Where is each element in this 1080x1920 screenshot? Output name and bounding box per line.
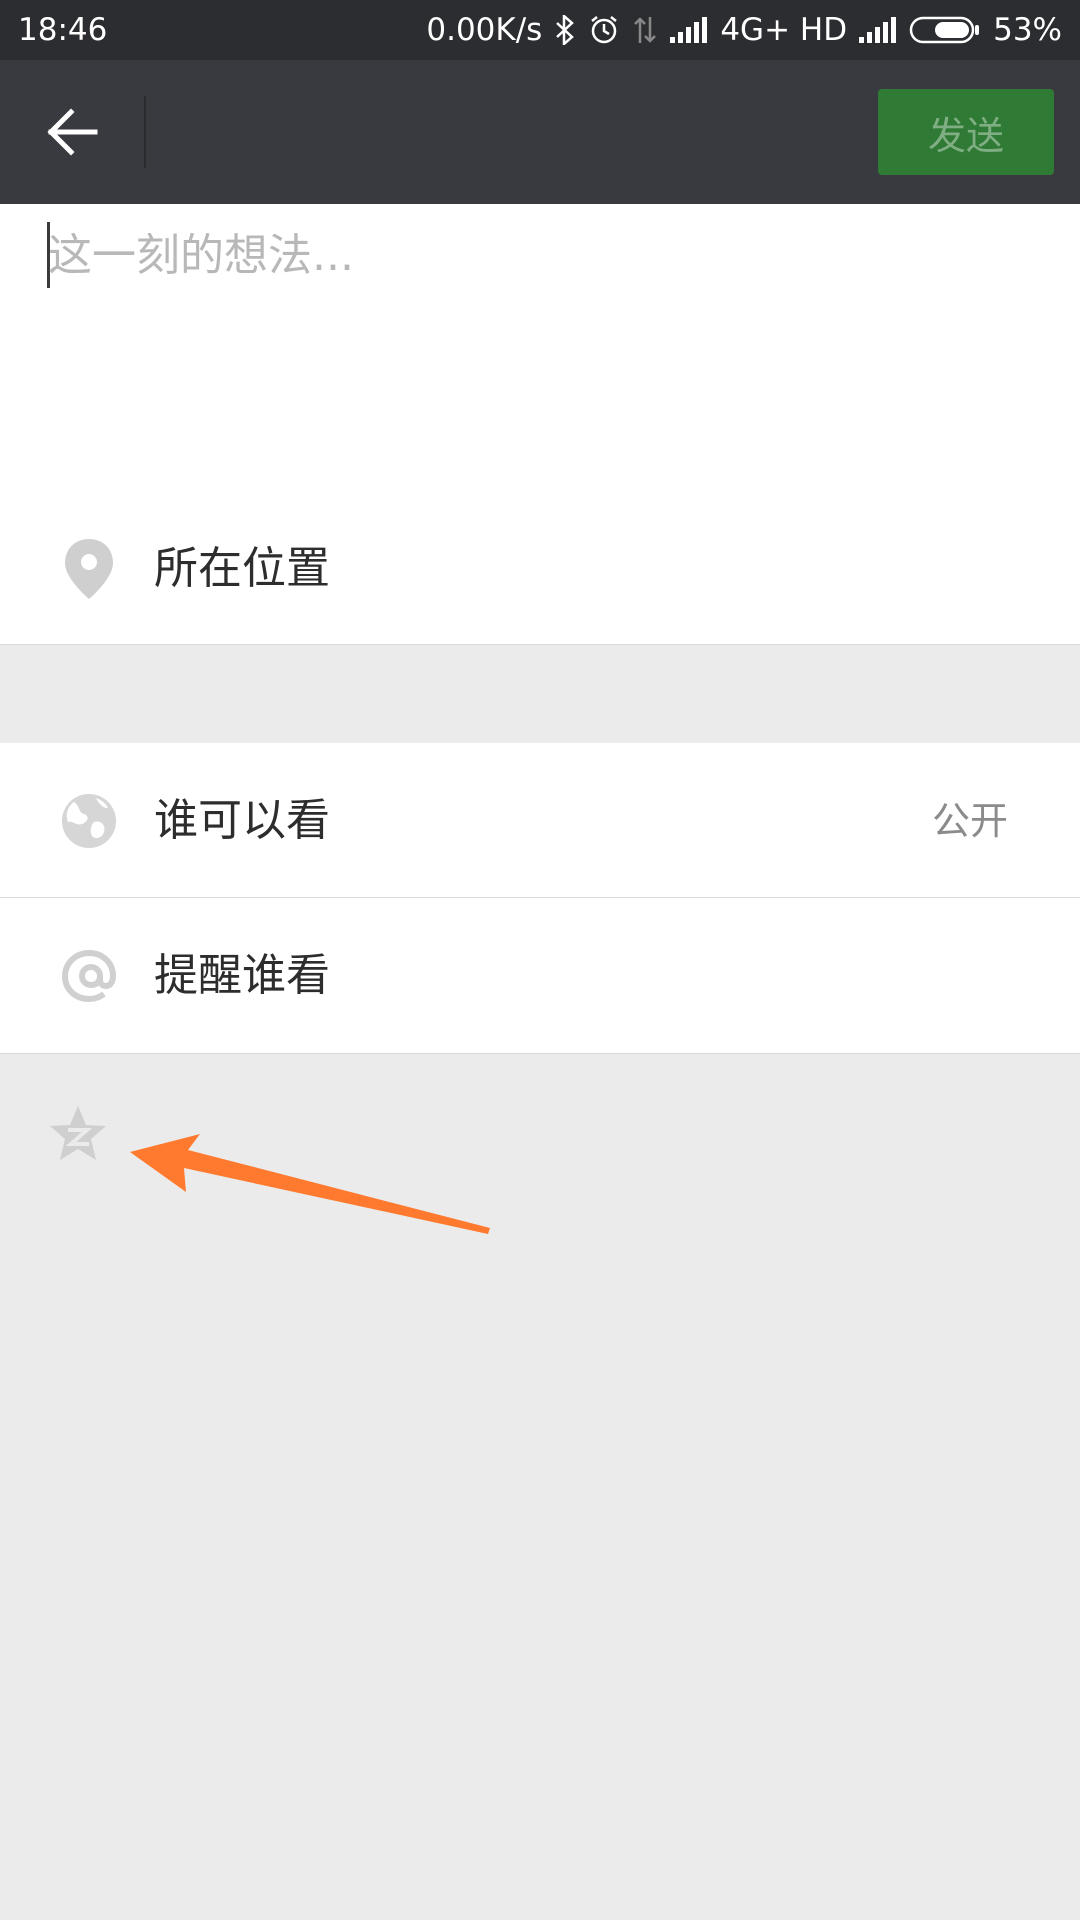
visibility-row[interactable]: 谁可以看 公开: [0, 743, 1080, 898]
back-button[interactable]: [28, 92, 118, 172]
network-speed: 0.00K/s: [426, 12, 543, 48]
status-time: 18:46: [18, 12, 108, 48]
globe-icon: [58, 790, 120, 852]
alarm-icon: [588, 14, 620, 46]
visibility-label: 谁可以看: [154, 795, 330, 846]
status-bar: 18:46 0.00K/s 4G+ HD 53%: [0, 0, 1080, 60]
location-row[interactable]: 所在位置: [154, 539, 330, 599]
signal-icon: [670, 17, 708, 43]
battery-icon: [909, 15, 981, 45]
visibility-value: 公开: [931, 799, 1008, 843]
send-button[interactable]: 发送: [878, 89, 1054, 175]
battery-percent: 53%: [993, 12, 1062, 48]
at-icon: [58, 945, 120, 1007]
location-pin-icon: [58, 538, 120, 600]
mention-label: 提醒谁看: [154, 950, 330, 1001]
bluetooth-icon: [554, 15, 576, 45]
qzone-star-icon[interactable]: [48, 1104, 108, 1164]
status-right: 0.00K/s 4G+ HD 53%: [426, 0, 1062, 60]
data-transfer-icon: [632, 15, 658, 45]
annotation-arrow: [130, 1134, 490, 1234]
signal-icon: [859, 17, 897, 43]
mention-row[interactable]: 提醒谁看: [0, 898, 1080, 1054]
compose-input[interactable]: 这一刻的想法...: [48, 226, 354, 286]
arrow-left-icon: [47, 108, 98, 156]
toolbar-divider: [144, 96, 146, 168]
toolbar: 发送: [0, 60, 1080, 204]
network-type: 4G+ HD: [720, 12, 848, 48]
